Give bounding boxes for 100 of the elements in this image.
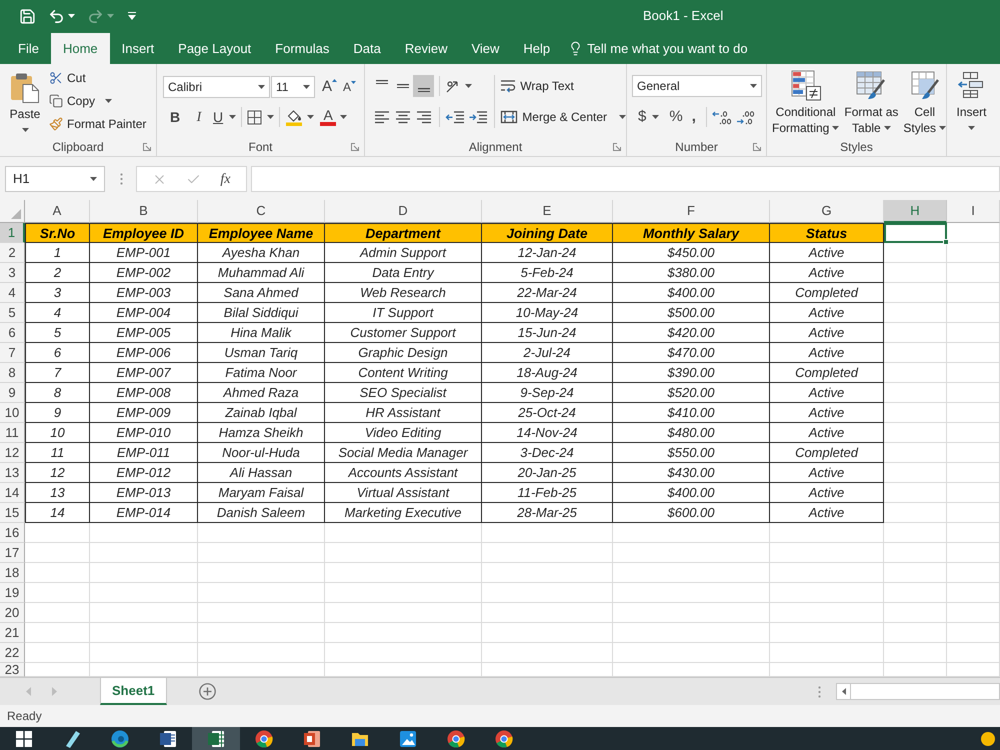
ribbon-tab[interactable]: Review <box>392 33 460 64</box>
empty-cell[interactable] <box>884 423 947 443</box>
row-header[interactable]: 12 <box>0 443 25 463</box>
empty-cell[interactable] <box>770 623 884 643</box>
empty-cell[interactable] <box>884 543 947 563</box>
empty-cell[interactable] <box>947 543 1000 563</box>
empty-cell[interactable] <box>482 583 613 603</box>
empty-cell[interactable] <box>325 643 482 663</box>
empty-cell[interactable] <box>947 503 1000 523</box>
empty-cell[interactable] <box>613 543 770 563</box>
shrink-font-button[interactable]: A <box>341 76 358 98</box>
dialog-launcher-icon[interactable] <box>350 142 359 150</box>
empty-cell[interactable] <box>884 623 947 643</box>
empty-cell[interactable] <box>770 523 884 543</box>
merge-center-button[interactable]: Merge & Center <box>500 106 626 128</box>
row-header[interactable]: 13 <box>0 463 25 483</box>
ribbon-tab[interactable]: Insert <box>110 33 166 64</box>
column-header[interactable]: H <box>884 200 947 223</box>
column-header[interactable]: G <box>770 200 884 223</box>
empty-cell[interactable] <box>884 463 947 483</box>
ribbon-tab[interactable]: Data <box>341 33 393 64</box>
empty-cell[interactable] <box>947 523 1000 543</box>
undo-icon[interactable] <box>48 8 65 24</box>
empty-cell[interactable] <box>90 523 198 543</box>
row-header[interactable]: 19 <box>0 583 25 603</box>
empty-cell[interactable] <box>90 583 198 603</box>
row-header[interactable]: 17 <box>0 543 25 563</box>
row-header[interactable]: 7 <box>0 343 25 363</box>
dialog-launcher-icon[interactable] <box>613 142 621 150</box>
empty-cell[interactable] <box>613 603 770 623</box>
empty-cell[interactable] <box>947 243 1000 263</box>
format-painter-button[interactable]: Format Painter <box>49 114 146 134</box>
increase-indent-icon[interactable] <box>468 109 488 125</box>
bold-button[interactable]: B <box>165 106 185 128</box>
empty-cell[interactable] <box>884 583 947 603</box>
row-header[interactable]: 23 <box>0 663 25 677</box>
empty-cell[interactable] <box>613 583 770 603</box>
currency-button[interactable]: $ <box>635 106 662 128</box>
select-all-icon[interactable] <box>11 209 21 219</box>
cut-button[interactable]: Cut <box>49 68 146 88</box>
row-header[interactable]: 6 <box>0 323 25 343</box>
cell-styles-button[interactable]: Cell Styles <box>902 70 948 136</box>
empty-cell[interactable] <box>325 623 482 643</box>
splitter-dots-icon[interactable] <box>818 686 821 698</box>
empty-cell[interactable] <box>947 463 1000 483</box>
grow-font-button[interactable]: A <box>320 76 340 98</box>
row-header[interactable]: 9 <box>0 383 25 403</box>
empty-cell[interactable] <box>90 563 198 583</box>
ribbon-tab[interactable]: File <box>6 33 51 64</box>
empty-cell[interactable] <box>947 363 1000 383</box>
decrease-indent-icon[interactable] <box>445 109 465 125</box>
row-header[interactable]: 21 <box>0 623 25 643</box>
empty-cell[interactable] <box>90 543 198 563</box>
empty-cell[interactable] <box>884 503 947 523</box>
customize-toolbar-icon[interactable] <box>128 12 136 20</box>
formula-input[interactable] <box>251 166 1000 192</box>
empty-cell[interactable] <box>884 403 947 423</box>
row-header[interactable]: 18 <box>0 563 25 583</box>
empty-cell[interactable] <box>198 623 325 643</box>
percent-button[interactable]: % <box>665 106 687 128</box>
empty-cell[interactable] <box>770 563 884 583</box>
empty-cell[interactable] <box>884 243 947 263</box>
empty-cell[interactable] <box>613 643 770 663</box>
borders-icon[interactable] <box>247 110 262 124</box>
dialog-launcher-icon[interactable] <box>143 142 151 150</box>
empty-cell[interactable] <box>613 563 770 583</box>
font-size-dropdown[interactable]: 11 <box>271 76 315 98</box>
empty-cell[interactable] <box>325 603 482 623</box>
empty-cell[interactable] <box>947 443 1000 463</box>
empty-cell[interactable] <box>884 363 947 383</box>
empty-cell[interactable] <box>770 643 884 663</box>
empty-cell[interactable] <box>884 323 947 343</box>
empty-cell[interactable] <box>198 523 325 543</box>
column-header[interactable]: D <box>325 200 482 223</box>
conditional-formatting-button[interactable]: Conditional Formatting <box>771 70 840 136</box>
empty-cell[interactable] <box>884 443 947 463</box>
empty-cell[interactable] <box>947 643 1000 663</box>
empty-cell[interactable] <box>884 563 947 583</box>
empty-cell[interactable] <box>947 303 1000 323</box>
row-header[interactable]: 16 <box>0 523 25 543</box>
column-header[interactable]: I <box>947 200 1000 223</box>
empty-cell[interactable] <box>482 623 613 643</box>
empty-cell[interactable] <box>947 563 1000 583</box>
copy-button[interactable]: Copy <box>49 91 146 111</box>
column-header[interactable]: B <box>90 200 198 223</box>
number-format-dropdown[interactable]: General <box>632 75 762 97</box>
horizontal-scrollbar[interactable] <box>836 683 1000 700</box>
empty-cell[interactable] <box>198 603 325 623</box>
empty-cell[interactable] <box>947 623 1000 643</box>
row-header[interactable]: 3 <box>0 263 25 283</box>
wrap-text-button[interactable]: Wrap Text <box>500 75 626 97</box>
empty-cell[interactable] <box>884 383 947 403</box>
row-header[interactable]: 22 <box>0 643 25 663</box>
ribbon-tab[interactable]: Help <box>511 33 562 64</box>
italic-button[interactable]: I <box>189 106 209 128</box>
empty-cell[interactable] <box>90 623 198 643</box>
format-as-table-button[interactable]: Format as Table <box>843 70 900 136</box>
empty-cell[interactable] <box>198 643 325 663</box>
underline-button[interactable]: U <box>213 106 236 128</box>
empty-cell[interactable] <box>947 263 1000 283</box>
